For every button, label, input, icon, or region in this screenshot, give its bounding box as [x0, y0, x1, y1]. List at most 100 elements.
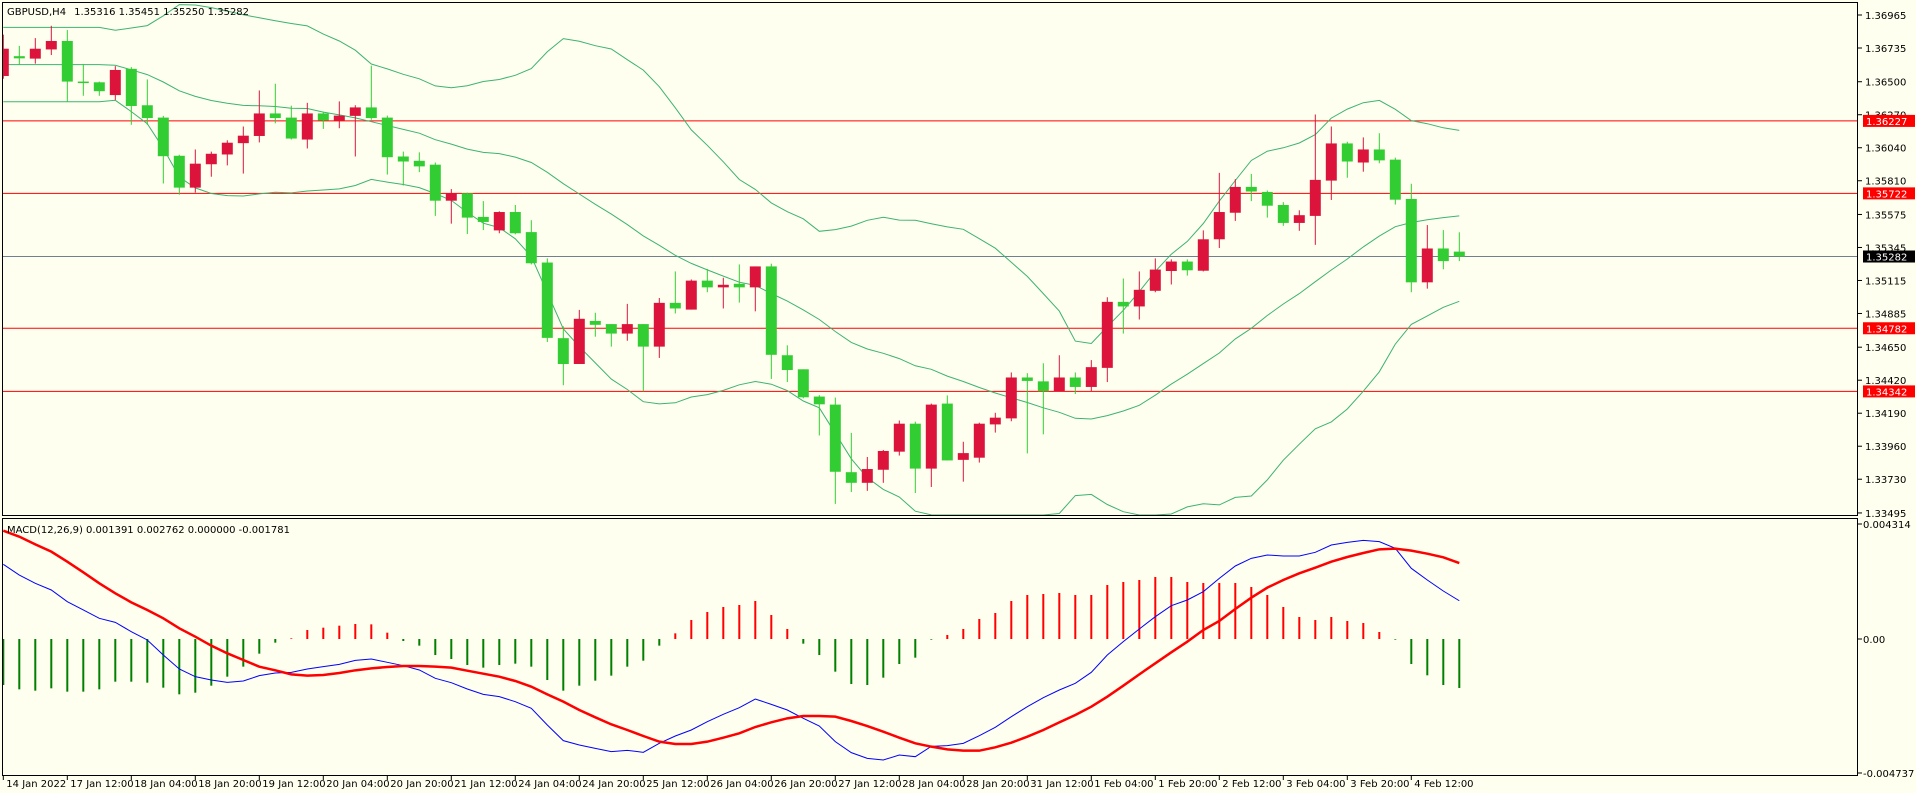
- candle-bullish[interactable]: [109, 66, 121, 100]
- time-tick-label: 26 Jan 20:00: [774, 779, 837, 790]
- price-tick-label: 1.33495: [1865, 509, 1906, 520]
- candle-body: [3, 48, 9, 76]
- candle-body: [541, 262, 553, 338]
- candle-body: [333, 115, 345, 121]
- candle-bullish[interactable]: [1005, 372, 1017, 422]
- candle-body: [1373, 149, 1385, 161]
- candle-body: [1133, 289, 1145, 307]
- time-axis[interactable]: 14 Jan 2022 17 Jan 12:00 18 Jan 04:00 18 Ja…: [2, 776, 1474, 790]
- candle-body: [477, 216, 489, 222]
- chart-title: GBPUSD,H4 1.35316 1.35451 1.35250 1.35282: [7, 7, 249, 18]
- candle-body: [1165, 261, 1177, 272]
- candle-body: [957, 453, 969, 460]
- time-tick-label: 19 Jan 12:00: [262, 779, 325, 790]
- candle-body: [237, 135, 249, 144]
- candle-body: [1357, 149, 1369, 163]
- candle-bullish[interactable]: [973, 422, 985, 463]
- candle-body: [189, 163, 201, 188]
- time-tick-label: 20 Jan 20:00: [390, 779, 453, 790]
- candle-body: [701, 280, 713, 288]
- candle-body: [317, 113, 329, 121]
- candle-body: [461, 193, 473, 218]
- candle-body: [1053, 377, 1065, 392]
- candle-bearish[interactable]: [1277, 202, 1289, 226]
- candle-body: [301, 113, 313, 140]
- candle-body: [621, 324, 633, 334]
- candle-body: [941, 403, 953, 461]
- candle-body: [365, 107, 377, 119]
- candle-body: [1101, 301, 1113, 368]
- candle-body: [653, 302, 665, 347]
- candle-body: [493, 212, 505, 231]
- candle-body: [589, 320, 601, 325]
- time-tick-label: 14 Jan 2022: [6, 779, 66, 790]
- candle-body: [109, 69, 121, 96]
- time-tick-label: 4 Feb 12:00: [1414, 779, 1473, 790]
- candle-bullish[interactable]: [685, 279, 697, 310]
- candle-body: [1277, 204, 1289, 223]
- candle-body: [637, 324, 649, 347]
- candle-body: [813, 396, 825, 405]
- candle-body: [1325, 143, 1337, 181]
- candle-body: [1213, 212, 1225, 240]
- price-tick-label: 1.36965: [1865, 11, 1906, 22]
- candle-body: [685, 280, 697, 310]
- candle-body: [1421, 248, 1433, 283]
- candle-body: [861, 469, 873, 483]
- candle-body: [1309, 179, 1321, 216]
- candle-body: [77, 81, 89, 84]
- candle-body: [717, 284, 729, 288]
- candle-body: [381, 117, 393, 158]
- time-tick-label: 24 Jan 20:00: [582, 779, 645, 790]
- candle-body: [269, 113, 281, 119]
- candle-body: [797, 369, 809, 398]
- candle-body: [125, 68, 137, 106]
- time-tick-label: 18 Jan 04:00: [134, 779, 197, 790]
- candle-bearish[interactable]: [941, 395, 953, 461]
- candle-body: [221, 142, 233, 155]
- price-tick-label: 1.36040: [1865, 144, 1906, 155]
- candle-body: [173, 155, 185, 188]
- candle-body: [141, 105, 153, 119]
- price-tick-label: 1.34885: [1865, 309, 1906, 320]
- candle-body: [157, 117, 169, 157]
- candle-bullish[interactable]: [493, 211, 505, 234]
- chart-canvas[interactable]: GBPUSD,H4 1.35316 1.35451 1.35250 1.35282…: [0, 0, 1916, 793]
- candle-body: [1229, 186, 1241, 213]
- candle-body: [605, 324, 617, 334]
- candle-body: [1453, 251, 1465, 257]
- candle-body: [781, 355, 793, 371]
- candle-body: [1005, 377, 1017, 419]
- macd-tick-label: 0.00: [1863, 635, 1885, 646]
- candle-body: [13, 56, 25, 59]
- level-price-label: 1.34782: [1866, 324, 1907, 335]
- candle-bearish[interactable]: [1405, 183, 1417, 293]
- candle-body: [1117, 301, 1129, 307]
- candle-body: [205, 153, 217, 165]
- time-tick-label: 3 Feb 04:00: [1286, 779, 1345, 790]
- candle-body: [1405, 198, 1417, 283]
- price-tick-label: 1.34190: [1865, 409, 1906, 420]
- candle-body: [1389, 159, 1401, 200]
- candle-body: [877, 450, 889, 470]
- candle-body: [1085, 367, 1097, 387]
- candle-bullish[interactable]: [893, 420, 905, 456]
- price-tick-label: 1.36735: [1865, 44, 1906, 55]
- candle-body: [557, 338, 569, 364]
- time-tick-label: 3 Feb 20:00: [1350, 779, 1409, 790]
- candle-body: [29, 48, 41, 59]
- candle-body: [61, 40, 73, 82]
- candle-body: [413, 160, 425, 167]
- level-price-label: 1.34342: [1866, 387, 1907, 398]
- price-tick-label: 1.35810: [1865, 177, 1906, 188]
- level-price-label: 1.36227: [1866, 117, 1907, 128]
- candle-bearish[interactable]: [541, 258, 553, 343]
- candle-body: [925, 404, 937, 469]
- current-price-label: 1.35282: [1866, 253, 1907, 264]
- candle-body: [1037, 381, 1049, 392]
- candle-body: [845, 472, 857, 483]
- candle-bearish[interactable]: [1389, 157, 1401, 205]
- candle-body: [1245, 186, 1257, 192]
- price-tick-label: 1.33960: [1865, 442, 1906, 453]
- candle-bearish[interactable]: [797, 369, 809, 399]
